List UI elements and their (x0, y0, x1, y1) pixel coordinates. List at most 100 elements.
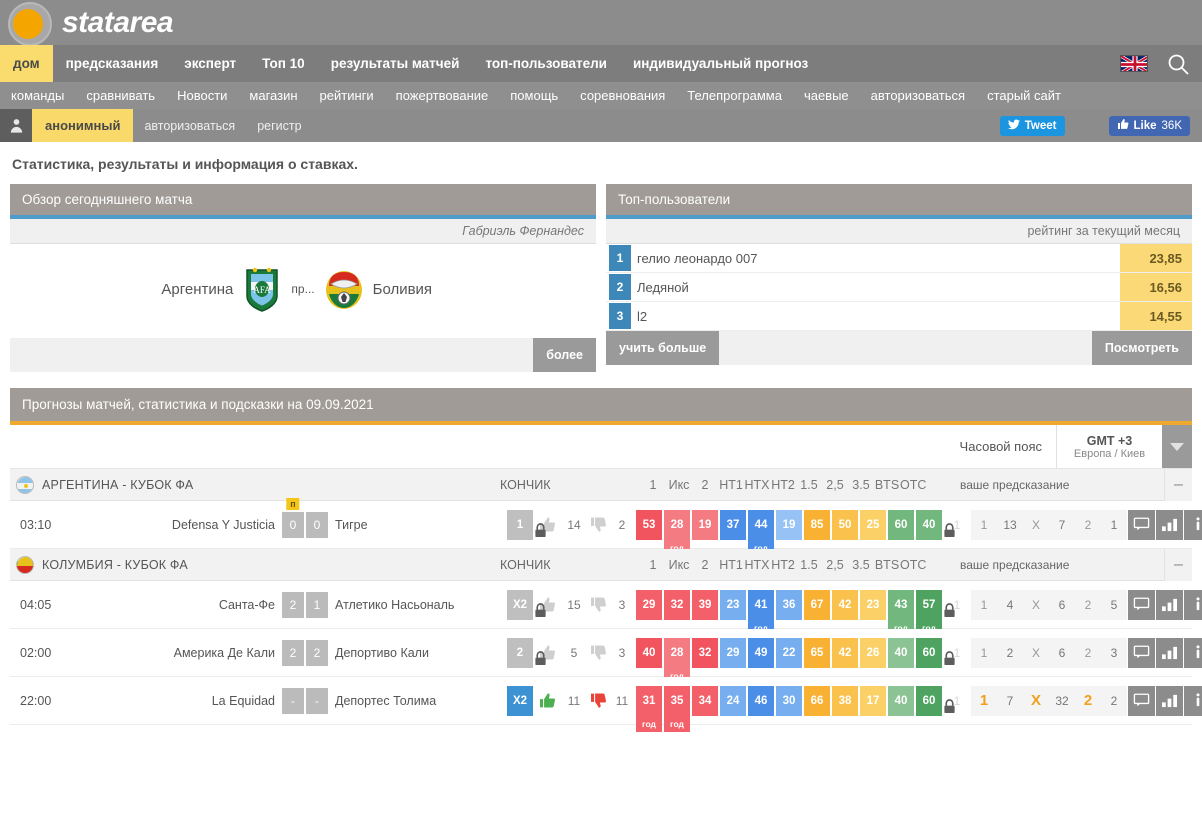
away-team[interactable]: Атлетико Насьональ (329, 598, 479, 612)
tip-badge[interactable]: X2 (507, 685, 533, 716)
table-row[interactable]: 04:05 Санта-Фе 2 1 Атлетико Насьональ X2 15 3 29… (10, 581, 1202, 636)
thumbs-down-vote[interactable] (587, 590, 609, 620)
featured-match[interactable]: Аргентина AFA пр... Боливия (10, 244, 596, 338)
vote-label[interactable]: 2 (1075, 685, 1101, 716)
thumbs-up-vote[interactable] (533, 590, 561, 620)
search-icon[interactable] (1166, 52, 1190, 76)
probability-cell[interactable]: 39 (692, 589, 718, 620)
vote-label[interactable]: X (1023, 589, 1049, 620)
probability-cell[interactable]: 23 (860, 589, 886, 620)
away-team[interactable]: Депортес Толима (329, 694, 479, 708)
vote-label[interactable]: 1 (971, 685, 997, 716)
tweet-button[interactable]: Tweet (999, 115, 1065, 136)
nav2-item-competitions[interactable]: соревнования (569, 88, 676, 103)
probability-cell[interactable]: 31 год (636, 685, 662, 732)
nav2-item-old-site[interactable]: старый сайт (976, 88, 1072, 103)
probability-cell[interactable]: 44 год (748, 509, 774, 556)
vote-label[interactable]: 2 (1075, 589, 1101, 620)
vote-label[interactable]: 2 (1075, 509, 1101, 540)
probability-cell[interactable]: 40 (888, 685, 914, 716)
learn-more-button[interactable]: учить больше (606, 331, 720, 365)
nav-item-expert[interactable]: эксперт (171, 45, 249, 82)
vote-label[interactable]: 1 (971, 637, 997, 668)
vote-label[interactable]: X (1023, 509, 1049, 540)
nav2-item-donation[interactable]: пожертвование (385, 88, 500, 103)
nav2-item-ratings[interactable]: рейтинги (309, 88, 385, 103)
nav2-item-teams[interactable]: команды (0, 88, 75, 103)
login-link[interactable]: авторизоваться (133, 109, 246, 142)
stats-icon[interactable] (1156, 637, 1183, 668)
probability-cell[interactable]: 17 (860, 685, 886, 716)
probability-cell[interactable]: 43 год (888, 589, 914, 636)
collapse-league-button[interactable]: – (1164, 469, 1192, 501)
tip-badge[interactable]: 2 (507, 637, 533, 668)
probability-cell[interactable]: 38 (832, 685, 858, 716)
uk-flag-icon[interactable] (1120, 55, 1148, 72)
timezone-value[interactable]: GMT +3 Европа / Киев (1057, 425, 1162, 468)
probability-cell[interactable]: 24 (720, 685, 746, 716)
predictions-lock[interactable]: 1 (943, 638, 971, 668)
probability-cell[interactable]: 53 (636, 509, 662, 540)
probability-cell[interactable]: 40 (916, 509, 942, 540)
thumbs-down-vote[interactable] (587, 686, 609, 716)
home-team[interactable]: Defensa Y Justicia (131, 518, 281, 532)
probability-cell[interactable]: 28 год (664, 509, 690, 556)
probability-cell[interactable]: 50 (832, 509, 858, 540)
stats-icon[interactable] (1156, 685, 1183, 716)
nav-item-predictions[interactable]: предсказания (53, 45, 172, 82)
like-button[interactable]: Like 36K (1108, 115, 1190, 136)
vote-label[interactable]: 2 (1075, 637, 1101, 668)
home-team[interactable]: Санта-Фе (131, 598, 281, 612)
probability-cell[interactable]: 23 (720, 589, 746, 620)
comment-icon[interactable] (1128, 685, 1155, 716)
away-team[interactable]: Депортиво Кали (329, 646, 479, 660)
probability-cell[interactable]: 36 (776, 589, 802, 620)
nav2-item-shop[interactable]: магазин (238, 88, 308, 103)
probability-cell[interactable]: 42 (832, 637, 858, 668)
nav2-item-news[interactable]: Новости (166, 88, 238, 103)
table-row[interactable]: 22:00 La Equidad - - Депортес Толима X2 11 11 31… (10, 677, 1202, 732)
probability-cell[interactable]: 37 (720, 509, 746, 540)
register-link[interactable]: регистр (246, 109, 312, 142)
probability-cell[interactable]: 25 (860, 509, 886, 540)
predictions-lock[interactable]: 1 (943, 590, 971, 620)
more-button[interactable]: более (533, 338, 596, 372)
stats-icon[interactable] (1156, 509, 1183, 540)
nav2-item-help[interactable]: помощь (499, 88, 569, 103)
thumbs-up-vote[interactable] (533, 638, 561, 668)
tip-badge[interactable]: 1 (507, 509, 533, 540)
probability-cell[interactable]: 40 (636, 637, 662, 668)
comment-icon[interactable] (1128, 509, 1155, 540)
probability-cell[interactable]: 85 (804, 509, 830, 540)
home-team[interactable]: Америка Де Кали (131, 646, 281, 660)
probability-cell[interactable]: 19 (692, 509, 718, 540)
chevron-down-icon[interactable] (1162, 425, 1192, 468)
thumbs-up-vote[interactable] (533, 510, 561, 540)
nav-item-individual-forecast[interactable]: индивидуальный прогноз (620, 45, 821, 82)
info-icon[interactable] (1184, 509, 1202, 540)
thumbs-down-vote[interactable] (587, 638, 609, 668)
probability-cell[interactable]: 42 (832, 589, 858, 620)
avatar-icon[interactable] (0, 109, 32, 142)
probability-cell[interactable]: 65 (804, 637, 830, 668)
probability-cell[interactable]: 66 (804, 685, 830, 716)
probability-cell[interactable]: 67 (804, 589, 830, 620)
vote-label[interactable]: 1 (971, 589, 997, 620)
table-row[interactable]: 03:10 Defensa Y Justicia 0 п 0 Тигре 1 14 2 53 28 г… (10, 497, 1202, 556)
nav2-item-compare[interactable]: сравнивать (75, 88, 166, 103)
probability-cell[interactable]: 32 (664, 589, 690, 620)
probability-cell[interactable]: 60 (916, 637, 942, 668)
nav-item-top10[interactable]: Топ 10 (249, 45, 318, 82)
probability-cell[interactable]: 35 год (664, 685, 690, 732)
info-icon[interactable] (1184, 589, 1202, 620)
nav-item-home[interactable]: дом (0, 45, 53, 82)
logo[interactable]: statarea (0, 0, 1202, 46)
tip-badge[interactable]: X2 (507, 589, 533, 620)
view-button[interactable]: Посмотреть (1091, 331, 1192, 365)
probability-cell[interactable]: 46 (748, 685, 774, 716)
probability-cell[interactable]: 41 год (748, 589, 774, 636)
list-item[interactable]: 1 гелио леонардо 007 23,85 (606, 244, 1192, 273)
nav-item-match-results[interactable]: результаты матчей (318, 45, 473, 82)
nav2-item-tv-program[interactable]: Телепрограмма (676, 88, 793, 103)
home-team[interactable]: La Equidad (131, 694, 281, 708)
